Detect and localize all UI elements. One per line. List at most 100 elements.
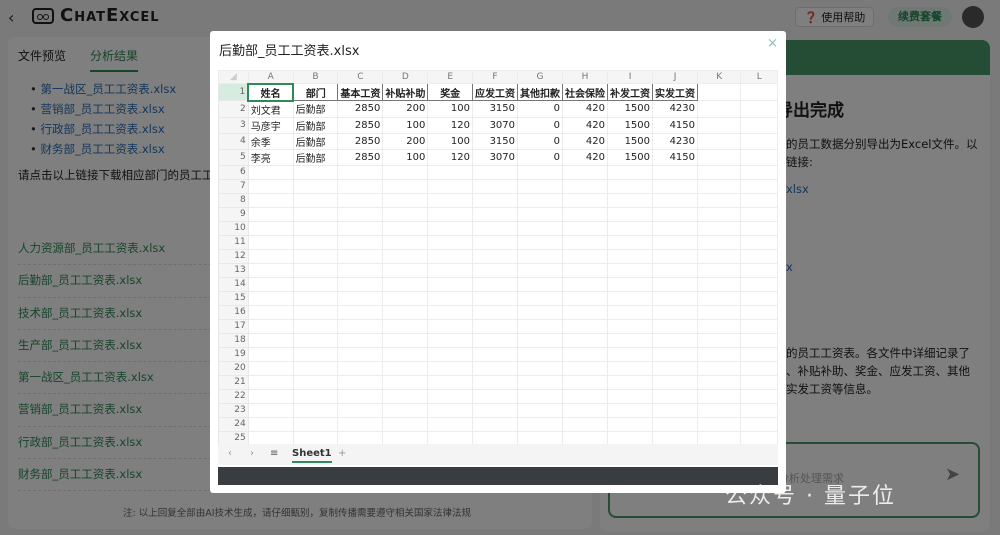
row-header[interactable]: 12 xyxy=(218,248,249,264)
cell[interactable] xyxy=(427,206,474,222)
next-sheet-icon[interactable]: › xyxy=(250,448,254,459)
cell[interactable] xyxy=(652,388,699,404)
cell[interactable] xyxy=(472,346,519,362)
cell[interactable] xyxy=(472,276,519,292)
cell[interactable] xyxy=(607,416,654,432)
cell[interactable] xyxy=(562,248,609,264)
cell[interactable] xyxy=(247,220,294,236)
cell[interactable] xyxy=(337,234,384,250)
cell[interactable] xyxy=(607,374,654,390)
cell[interactable] xyxy=(740,248,778,264)
cell[interactable] xyxy=(472,248,519,264)
cell[interactable]: 余季 xyxy=(247,132,294,150)
cell[interactable] xyxy=(697,262,742,278)
cell[interactable] xyxy=(382,304,429,320)
column-header[interactable]: G xyxy=(517,70,564,84)
spreadsheet-grid[interactable]: ◢ A B C D E F G H I J K L 1 姓名 部门 基本工资 补贴补助 奖金 应发工资 其他扣款 社会保险… xyxy=(218,70,778,444)
cell[interactable] xyxy=(292,360,339,376)
cell[interactable] xyxy=(517,248,564,264)
cell[interactable]: 后勤部 xyxy=(292,116,339,134)
cell[interactable]: 0 xyxy=(517,132,564,150)
cell[interactable] xyxy=(697,164,742,180)
cell[interactable] xyxy=(427,402,474,418)
cell[interactable] xyxy=(292,374,339,390)
cell[interactable] xyxy=(697,276,742,292)
cell[interactable]: 120 xyxy=(427,116,474,134)
cell[interactable] xyxy=(517,164,564,180)
cell[interactable] xyxy=(427,192,474,208)
cell[interactable] xyxy=(247,234,294,250)
cell[interactable] xyxy=(607,430,654,444)
cell[interactable] xyxy=(337,402,384,418)
column-header[interactable]: F xyxy=(472,70,519,84)
cell[interactable] xyxy=(472,374,519,390)
cell[interactable]: 奖金 xyxy=(427,83,474,101)
cell[interactable] xyxy=(607,220,654,236)
cell[interactable] xyxy=(740,332,778,348)
cell[interactable]: 部门 xyxy=(292,83,339,101)
cell[interactable] xyxy=(740,430,778,444)
cell[interactable] xyxy=(292,164,339,180)
cell[interactable] xyxy=(292,234,339,250)
cell[interactable]: 120 xyxy=(427,148,474,166)
row-header[interactable]: 18 xyxy=(218,332,249,348)
cell[interactable] xyxy=(607,206,654,222)
cell[interactable] xyxy=(292,276,339,292)
cell[interactable] xyxy=(382,332,429,348)
cell[interactable] xyxy=(607,192,654,208)
cell[interactable] xyxy=(607,332,654,348)
cell[interactable] xyxy=(652,276,699,292)
cell[interactable] xyxy=(247,360,294,376)
cell[interactable]: 420 xyxy=(562,148,609,166)
row-header[interactable]: 4 xyxy=(218,132,249,150)
cell[interactable] xyxy=(337,318,384,334)
cell[interactable] xyxy=(740,234,778,250)
cell[interactable] xyxy=(427,332,474,348)
row-header[interactable]: 2 xyxy=(218,100,249,118)
cell[interactable] xyxy=(292,262,339,278)
cell[interactable] xyxy=(517,178,564,194)
add-sheet-icon[interactable]: + xyxy=(338,448,346,459)
cell[interactable] xyxy=(517,430,564,444)
select-all-corner[interactable]: ◢ xyxy=(218,70,249,84)
cell[interactable] xyxy=(472,206,519,222)
cell[interactable] xyxy=(382,416,429,432)
cell[interactable] xyxy=(607,178,654,194)
cell[interactable] xyxy=(427,220,474,236)
cell[interactable] xyxy=(292,248,339,264)
cell[interactable]: 420 xyxy=(562,100,609,118)
cell[interactable] xyxy=(292,388,339,404)
cell[interactable] xyxy=(337,360,384,376)
cell[interactable] xyxy=(652,304,699,320)
cell[interactable] xyxy=(562,220,609,236)
cell[interactable] xyxy=(472,234,519,250)
cell[interactable] xyxy=(740,318,778,334)
cell[interactable]: 1500 xyxy=(607,132,654,150)
row-header[interactable]: 3 xyxy=(218,116,249,134)
cell[interactable] xyxy=(697,148,742,166)
cell[interactable] xyxy=(562,262,609,278)
column-header[interactable]: C xyxy=(337,70,384,84)
cell[interactable]: 1500 xyxy=(607,148,654,166)
cell[interactable] xyxy=(292,304,339,320)
cell[interactable] xyxy=(517,290,564,306)
row-header[interactable]: 7 xyxy=(218,178,249,194)
cell[interactable] xyxy=(652,178,699,194)
cell[interactable]: 后勤部 xyxy=(292,100,339,118)
cell[interactable]: 社会保险 xyxy=(562,83,609,101)
row-header[interactable]: 15 xyxy=(218,290,249,306)
cell[interactable] xyxy=(382,430,429,444)
cell[interactable] xyxy=(247,276,294,292)
cell[interactable] xyxy=(562,402,609,418)
prev-sheet-icon[interactable]: ‹ xyxy=(228,448,232,459)
cell[interactable]: 1500 xyxy=(607,116,654,134)
cell[interactable] xyxy=(607,402,654,418)
cell[interactable] xyxy=(427,178,474,194)
cell[interactable] xyxy=(697,192,742,208)
cell[interactable] xyxy=(562,276,609,292)
cell[interactable] xyxy=(562,374,609,390)
cell[interactable] xyxy=(247,192,294,208)
cell[interactable] xyxy=(517,276,564,292)
cell[interactable]: 2850 xyxy=(337,116,384,134)
cell[interactable] xyxy=(652,374,699,390)
